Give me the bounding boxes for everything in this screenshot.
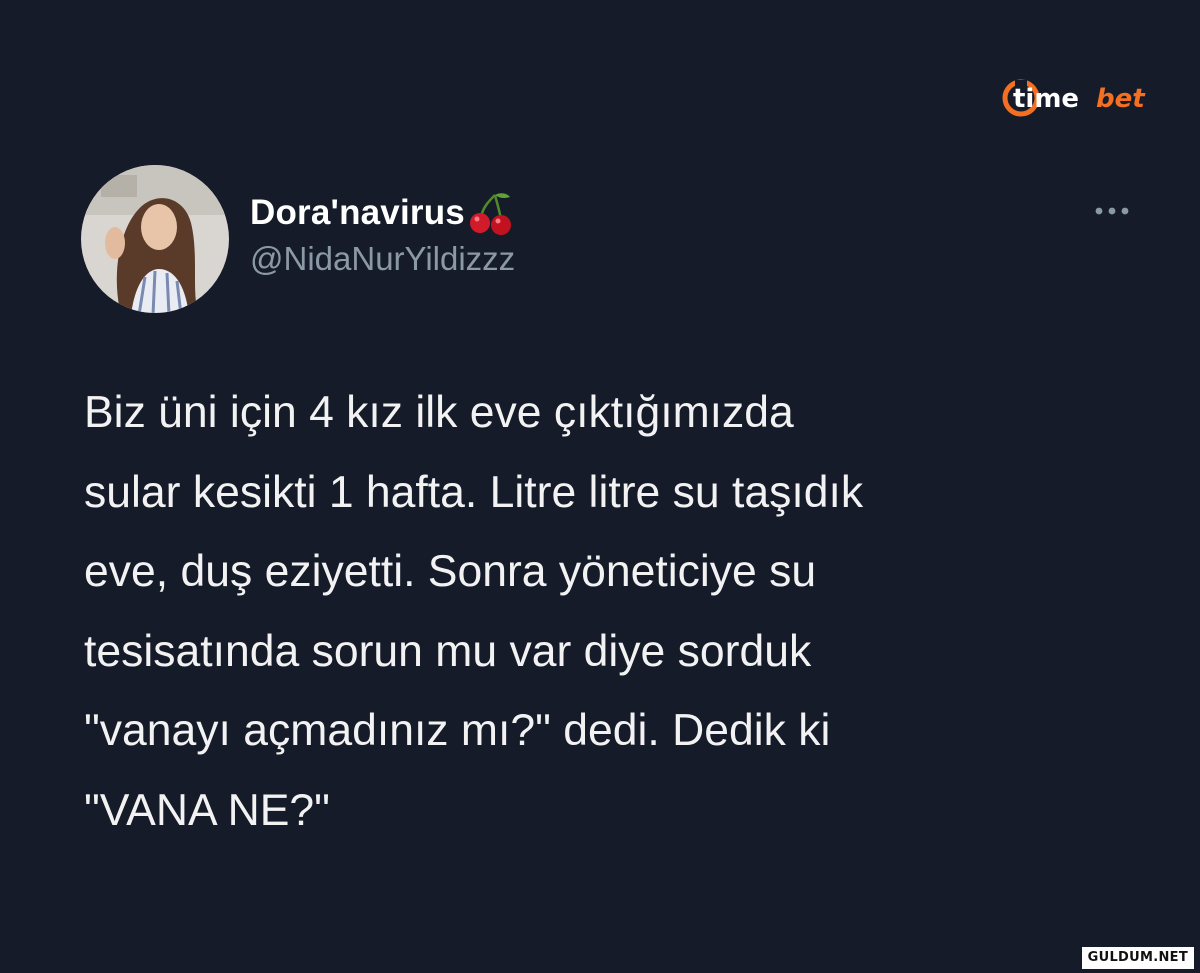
logo-text-time: time (1013, 84, 1079, 114)
more-horizontal-icon[interactable] (1090, 200, 1134, 222)
timebet-logo: time bet (1002, 79, 1146, 117)
tweet-text-line: tesisatında sorun mu var diye sorduk (84, 626, 812, 676)
tweet-text-line: eve, duş eziyetti. Sonra yöneticiye su (84, 547, 817, 596)
author-name-row[interactable]: Dora'navirus (250, 188, 515, 238)
display-name[interactable]: Dora'navirus (250, 193, 465, 233)
tweet-text-line: Biz üni için 4 kız ilk eve çıktığımızda (84, 388, 794, 437)
site-watermark: GULDUM.NET (1081, 947, 1194, 969)
tweet-text-line: "vanayı açmadınız mı?" dedi. Dedik ki (84, 706, 831, 755)
avatar[interactable] (81, 165, 229, 313)
logo-text-bet: bet (1096, 84, 1146, 114)
avatar-photo (81, 165, 229, 313)
tweet-text-line: "VANA NE?" (84, 785, 330, 835)
tweet-text-line: sular kesikti 1 hafta. Litre litre su ta… (84, 467, 864, 517)
author-handle[interactable]: @NidaNurYildizzz (250, 240, 515, 278)
tweet-text: Biz üni için 4 kız ilk eve çıktığımızda … (84, 373, 1164, 850)
cherry-icon (469, 193, 511, 235)
